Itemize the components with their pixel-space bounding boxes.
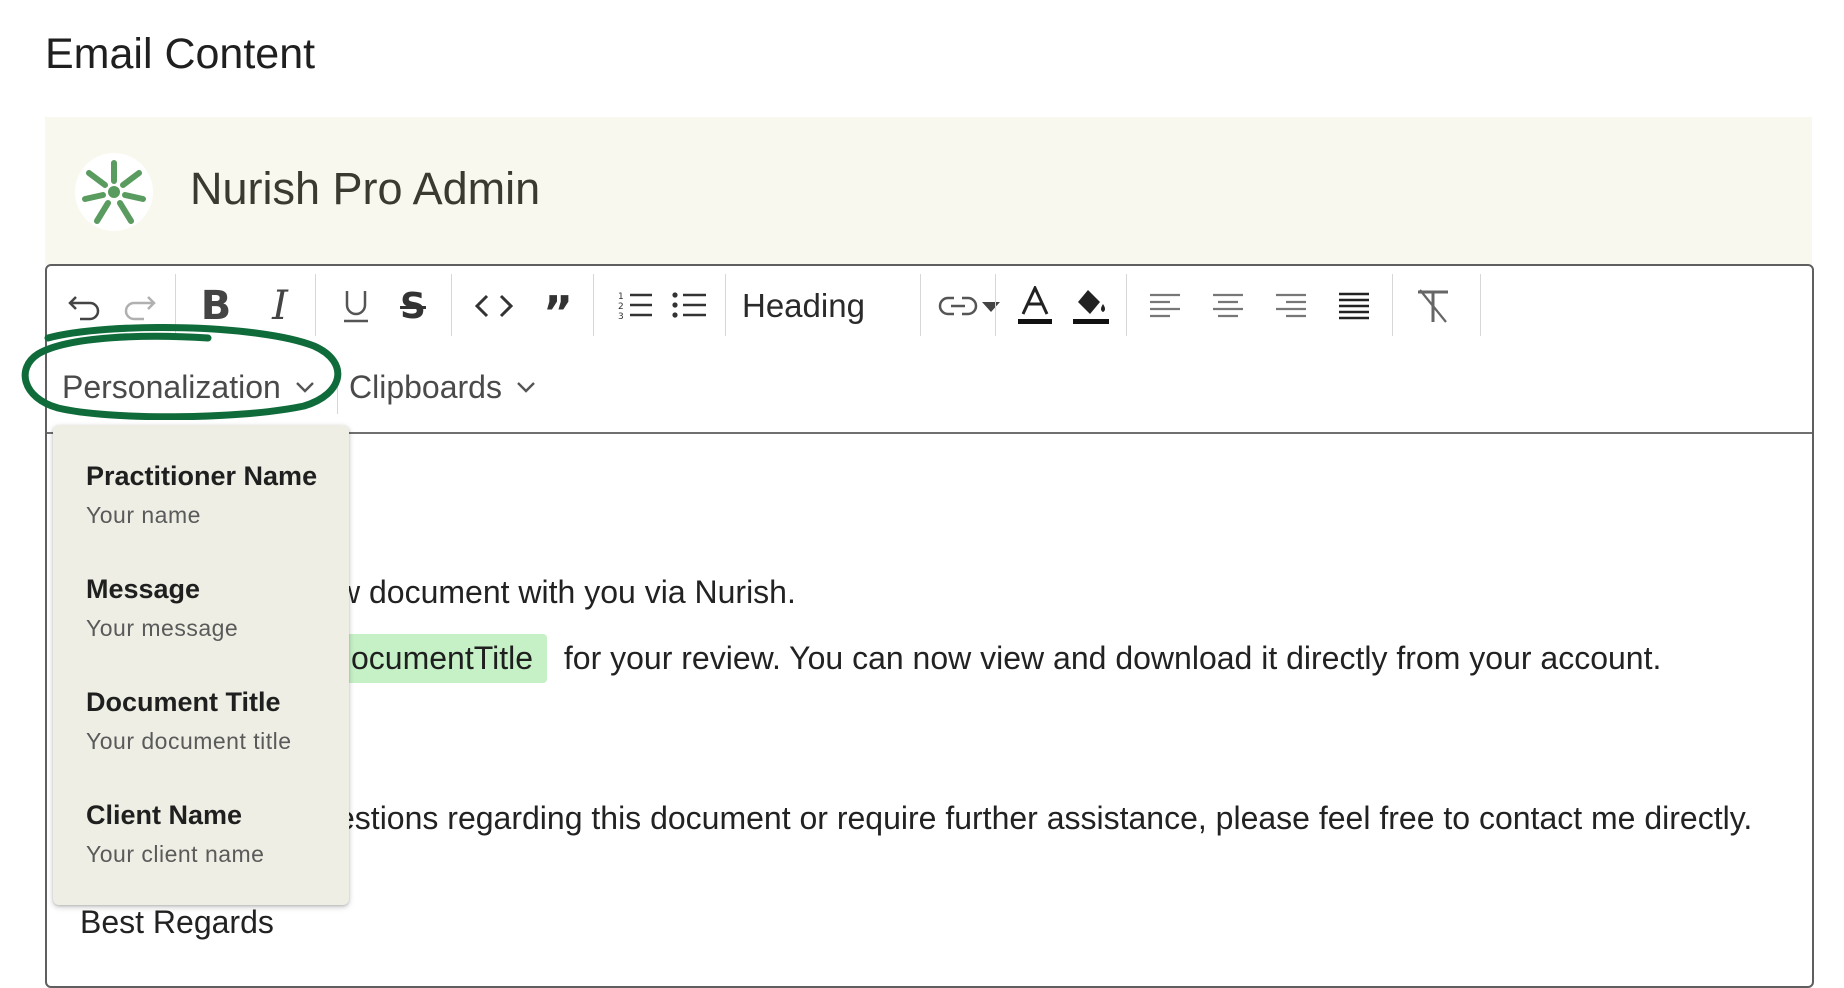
merge-tag-chip[interactable]: ocumentTitle — [337, 634, 547, 683]
svg-text:3: 3 — [618, 312, 624, 322]
align-right-icon[interactable] — [1265, 280, 1317, 332]
italic-icon[interactable]: I — [254, 280, 306, 332]
toolbar-divider — [315, 274, 316, 336]
underline-icon[interactable] — [330, 280, 382, 332]
toolbar-divider — [995, 274, 996, 336]
menu-item-title: Document Title — [86, 687, 281, 717]
brand-header: Nurish Pro Admin — [45, 117, 1812, 265]
menu-item-client-name[interactable]: Client Name Your client name — [86, 800, 336, 868]
personalization-dropdown[interactable]: Personalization — [62, 360, 315, 414]
content-line: ocumentTitle for your review. You can no… — [337, 634, 1661, 683]
menu-item-title: Practitioner Name — [86, 461, 318, 491]
svg-text:1: 1 — [618, 292, 624, 302]
ordered-list-icon[interactable]: 123 — [610, 280, 662, 332]
toolbar-divider — [1126, 274, 1127, 336]
svg-text:2: 2 — [618, 302, 624, 312]
toolbar-divider — [593, 274, 594, 336]
content-line: w document with you via Nurish. — [337, 574, 796, 610]
menu-item-subtitle: Your name — [86, 502, 201, 528]
section-title: Email Content — [45, 30, 316, 78]
toolbar-divider — [1480, 274, 1481, 336]
clear-formatting-icon[interactable] — [1407, 280, 1459, 332]
menu-item-title: Client Name — [86, 800, 243, 830]
menu-item-practitioner-name[interactable]: Practitioner Name Your name — [86, 461, 336, 529]
chevron-down-icon — [295, 381, 315, 393]
bold-icon[interactable]: B — [190, 280, 242, 332]
strikethrough-icon[interactable]: S — [387, 280, 439, 332]
menu-item-title: Message — [86, 574, 201, 604]
toolbar-divider — [451, 274, 452, 336]
blockquote-icon[interactable]: ” — [532, 280, 584, 336]
menu-item-subtitle: Your message — [86, 615, 239, 641]
bullet-list-icon[interactable] — [664, 280, 716, 332]
menu-item-subtitle: Your client name — [86, 841, 265, 867]
toolbar-divider — [175, 274, 176, 336]
toolbar-divider — [1392, 274, 1393, 336]
chevron-down-icon — [516, 381, 536, 393]
highlight-color-icon[interactable] — [1065, 280, 1117, 332]
menu-item-message[interactable]: Message Your message — [86, 574, 336, 642]
menu-item-subtitle: Your document title — [86, 728, 292, 754]
content-line-text: for your review. You can now view and do… — [563, 640, 1662, 676]
clipboards-dropdown[interactable]: Clipboards — [349, 360, 536, 414]
heading-select-value: Heading — [742, 287, 865, 324]
align-center-icon[interactable] — [1202, 280, 1254, 332]
menu-item-document-title[interactable]: Document Title Your document title — [86, 687, 336, 755]
content-line: estions regarding this document or requi… — [337, 800, 1753, 836]
redo-icon[interactable] — [113, 280, 165, 332]
text-color-icon[interactable] — [1009, 280, 1061, 332]
toolbar-divider — [337, 362, 338, 414]
toolbar-divider — [920, 274, 921, 336]
code-icon[interactable] — [468, 280, 520, 332]
personalization-label: Personalization — [62, 368, 281, 405]
personalization-menu: Practitioner Name Your name Message Your… — [53, 425, 349, 905]
toolbar-divider — [725, 274, 726, 336]
editor-toolbar: B I S ” 123 Heading — [47, 266, 1812, 344]
link-icon[interactable] — [932, 280, 984, 332]
editor-toolbar-secondary: Personalization Clipboards — [47, 344, 1812, 434]
clipboards-label: Clipboards — [349, 368, 502, 405]
align-left-icon[interactable] — [1139, 280, 1191, 332]
caret-down-icon — [982, 302, 1000, 312]
nurish-logo-icon — [75, 153, 153, 231]
brand-name: Nurish Pro Admin — [190, 163, 541, 214]
align-justify-icon[interactable] — [1328, 280, 1380, 332]
undo-icon[interactable] — [59, 280, 111, 332]
